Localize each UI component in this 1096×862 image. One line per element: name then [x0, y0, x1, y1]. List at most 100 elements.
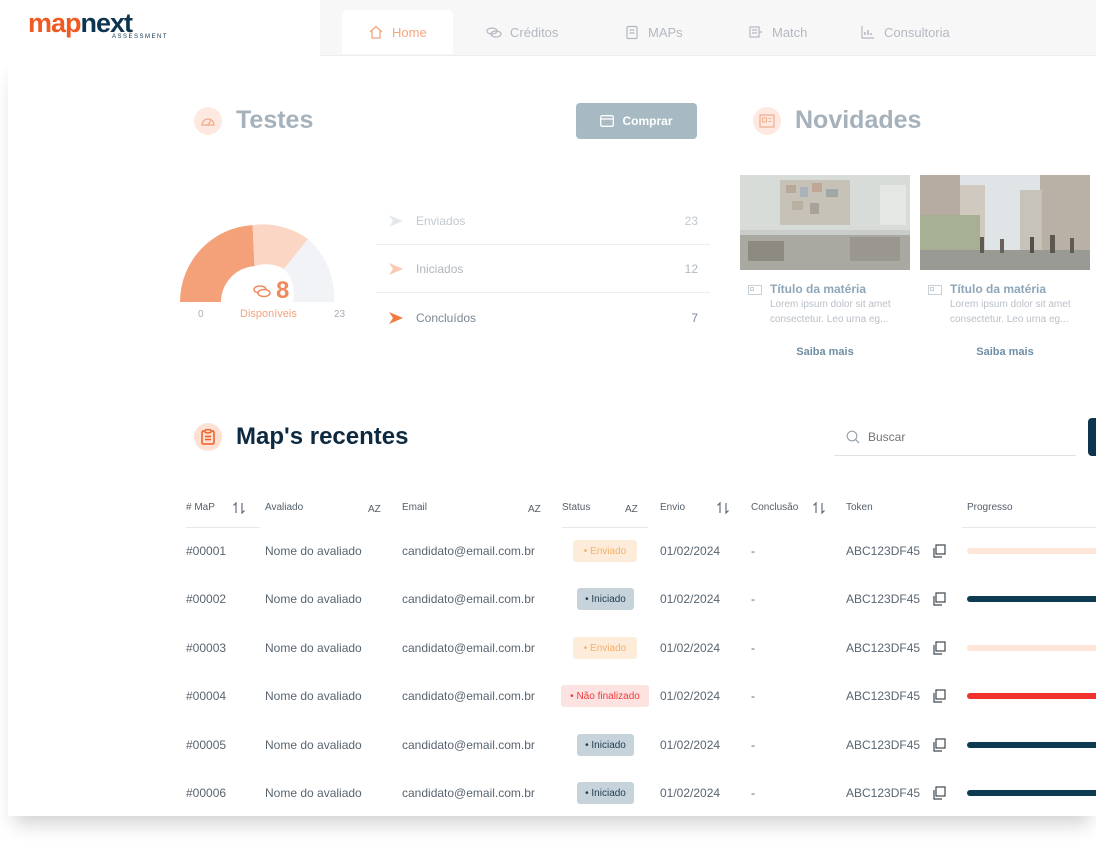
card-icon [600, 115, 615, 127]
search-input[interactable] [868, 429, 1048, 444]
sort-icon[interactable] [812, 501, 826, 515]
recent-section-title: Map's recentes [194, 423, 408, 451]
tab-creditos[interactable]: Créditos [486, 10, 558, 54]
clipboard-icon [626, 25, 638, 40]
available-number: 8 [276, 277, 290, 304]
column-header-envio[interactable]: Envio [660, 502, 685, 513]
status-badge: • Iniciado [577, 782, 634, 804]
newspaper-icon [748, 285, 762, 295]
sort-icon[interactable] [232, 501, 246, 515]
news-card[interactable]: Título da matéria Lorem ipsum dolor sit … [920, 175, 1090, 370]
svg-text:AZ: AZ [625, 504, 638, 515]
sort-icon[interactable] [716, 501, 730, 515]
buy-button-label: Comprar [622, 114, 673, 128]
recent-title: Map's recentes [236, 423, 409, 450]
cell-envio: 01/02/2024 [660, 689, 721, 703]
news-card-link[interactable]: Saiba mais [920, 346, 1090, 358]
cell-map-id: #00001 [186, 544, 227, 558]
cell-email: candidato@email.com.br [402, 786, 535, 800]
cell-avaliado: Nome do avaliado [265, 641, 362, 655]
cell-token: ABC123DF45 [846, 592, 921, 606]
column-header-progresso: Progresso [967, 502, 1013, 513]
column-header-email[interactable]: Email [402, 502, 427, 513]
clipboard-icon [194, 423, 222, 451]
svg-text:AZ: AZ [528, 504, 541, 515]
status-label: Concluídos [416, 311, 477, 325]
tab-maps[interactable]: MAPs [624, 10, 683, 54]
cell-email: candidato@email.com.br [402, 738, 535, 752]
cell-avaliado: Nome do avaliado [265, 738, 362, 752]
chart-icon [861, 26, 874, 39]
tab-label: Home [392, 24, 427, 40]
cell-envio: 01/02/2024 [660, 738, 721, 752]
copy-icon[interactable] [932, 689, 946, 703]
column-header-avaliado[interactable]: Avaliado [265, 502, 303, 513]
cell-avaliado: Nome do avaliado [265, 544, 362, 558]
status-value: 12 [684, 261, 698, 276]
column-header-map[interactable]: # MaP [186, 502, 215, 513]
news-card-text: Lorem ipsum dolor sit amet consectetur. … [950, 299, 1071, 325]
status-badge: • Iniciado [577, 734, 634, 756]
copy-icon[interactable] [932, 786, 946, 800]
cell-token: ABC123DF45 [846, 641, 921, 655]
cell-map-id: #00005 [186, 738, 227, 752]
news-card-text: Lorem ipsum dolor sit amet consectetur. … [770, 299, 891, 325]
send-arrow-icon [389, 262, 403, 275]
tab-label: Match [772, 24, 808, 40]
gauge-min: 0 [198, 309, 204, 320]
status-badge: • Iniciado [577, 588, 634, 610]
sort-alpha-icon[interactable]: AZ [625, 501, 641, 515]
gauge-max: 23 [334, 309, 346, 320]
column-header-status[interactable]: Status [562, 502, 590, 513]
tab-consultoria[interactable]: Consultoria [860, 10, 950, 54]
send-arrow-icon [389, 312, 403, 324]
home-icon [369, 25, 383, 39]
progress-bar [967, 693, 1096, 699]
tab-label: MAPs [648, 24, 683, 40]
copy-icon[interactable] [932, 641, 946, 655]
news-card[interactable]: Título da matéria Lorem ipsum dolor sit … [740, 175, 910, 370]
cell-conclusao: - [751, 689, 755, 703]
copy-icon[interactable] [932, 592, 946, 606]
copy-icon[interactable] [932, 738, 946, 752]
new-map-button[interactable] [1088, 418, 1096, 456]
cell-conclusao: - [751, 738, 755, 752]
cell-token: ABC123DF45 [846, 738, 921, 752]
logo[interactable]: mapnext ASSESSMENT [28, 8, 169, 41]
tab-match[interactable]: Match [748, 10, 807, 54]
logo-subtitle: ASSESSMENT [112, 34, 169, 40]
status-label: Enviados [416, 213, 466, 228]
status-row-iniciados: Iniciados 12 [376, 245, 710, 293]
search-field[interactable] [834, 418, 1076, 456]
status-badge: • Enviado [573, 540, 637, 562]
cell-token: ABC123DF45 [846, 544, 921, 558]
news-card-link[interactable]: Saiba mais [740, 346, 910, 358]
coins-icon [486, 27, 502, 38]
cell-conclusao: - [751, 786, 755, 800]
send-arrow-icon [389, 214, 403, 227]
column-header-conclusao[interactable]: Conclusão [751, 502, 798, 513]
status-badge: • Não finalizado [561, 685, 649, 707]
cell-conclusao: - [751, 641, 755, 655]
status-row-enviados: Enviados 23 [376, 197, 710, 245]
cell-avaliado: Nome do avaliado [265, 689, 362, 703]
tab-home[interactable]: Home [342, 10, 453, 54]
top-bar: mapnext ASSESSMENT Home Créditos MAPs Ma… [0, 0, 1096, 56]
tests-section-title: Testes [194, 106, 313, 135]
sort-alpha-icon[interactable]: AZ [368, 501, 384, 515]
column-header-token: Token [846, 502, 873, 513]
logo-wordmark: mapnext [28, 8, 133, 38]
tab-label: Créditos [510, 24, 559, 40]
cell-token: ABC123DF45 [846, 786, 921, 800]
progress-bar [967, 596, 1096, 602]
buy-button[interactable]: Comprar [576, 103, 697, 139]
cell-avaliado: Nome do avaliado [265, 592, 362, 606]
svg-text:AZ: AZ [368, 504, 381, 515]
status-value: 7 [691, 311, 698, 325]
cell-email: candidato@email.com.br [402, 689, 535, 703]
copy-icon[interactable] [932, 544, 946, 558]
search-icon [846, 430, 860, 443]
sort-alpha-icon[interactable]: AZ [528, 501, 544, 515]
news-section-title: Novidades [753, 106, 921, 135]
cell-conclusao: - [751, 544, 755, 558]
